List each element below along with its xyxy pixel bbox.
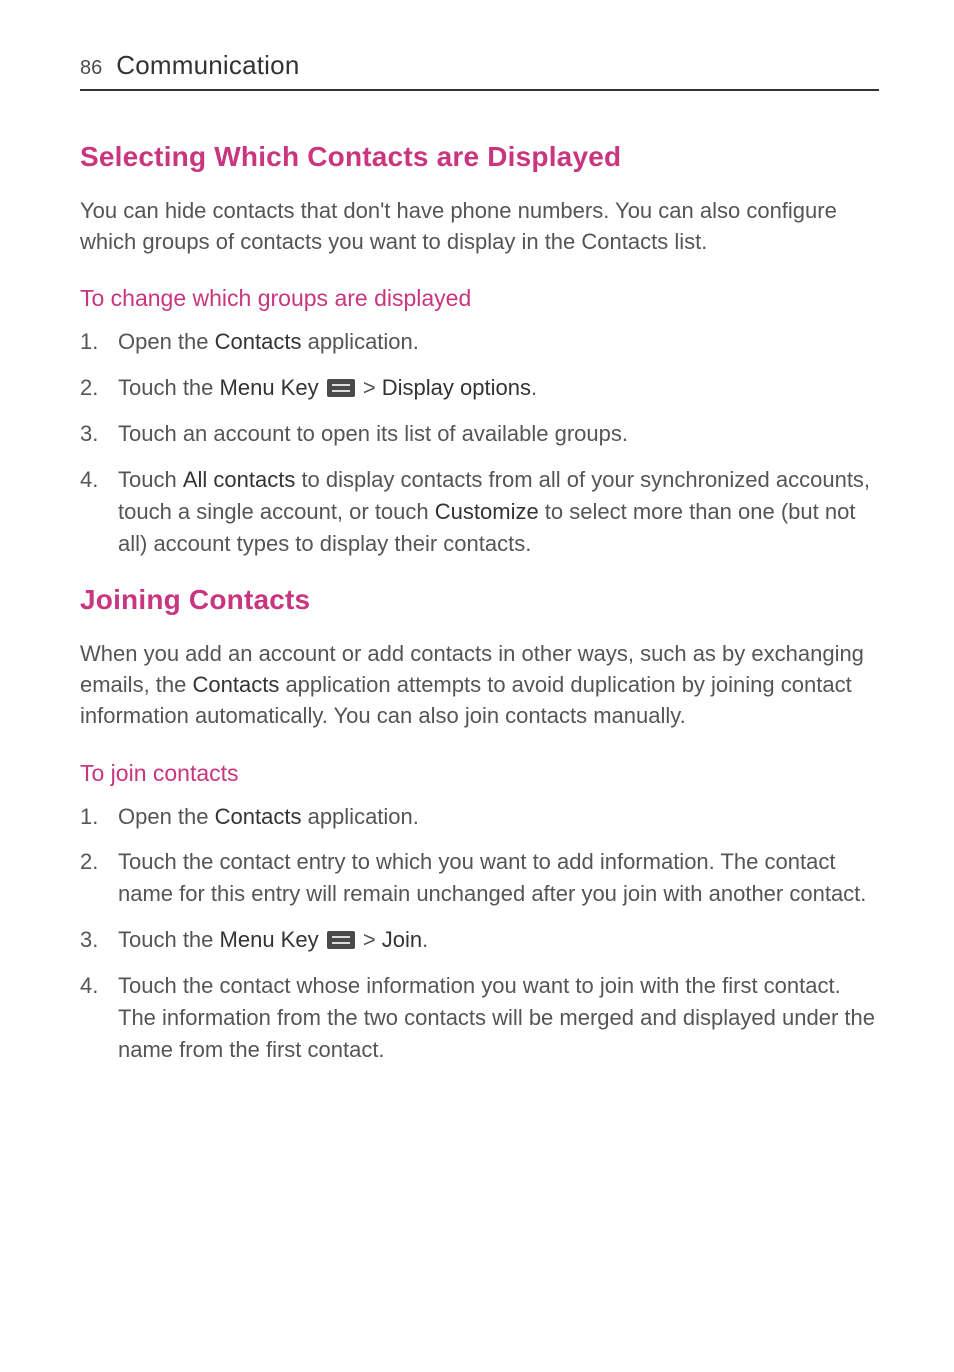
step-text: Touch [118, 467, 183, 492]
step-text: Touch the [118, 927, 220, 952]
step-text: application. [301, 804, 418, 829]
step-text: Touch the [118, 375, 220, 400]
subheading-change-groups: To change which groups are displayed [80, 285, 879, 312]
step-keyword-contacts: Contacts [215, 329, 302, 354]
step-text: Touch an account to open its list of ava… [118, 421, 628, 446]
step-text: . [422, 927, 428, 952]
list-item: Touch All contacts to display contacts f… [80, 464, 879, 560]
step-keyword-all-contacts: All contacts [183, 467, 296, 492]
heading-joining: Joining Contacts [80, 584, 879, 616]
steps-join-contacts: Open the Contacts application. Touch the… [80, 801, 879, 1066]
step-text: Open the [118, 804, 215, 829]
step-keyword-contacts: Contacts [215, 804, 302, 829]
intro-selecting: You can hide contacts that don't have ph… [80, 195, 879, 257]
list-item: Touch the contact whose information you … [80, 970, 879, 1066]
list-item: Open the Contacts application. [80, 326, 879, 358]
step-keyword-join: Join [382, 927, 422, 952]
step-text: application. [301, 329, 418, 354]
page-header: 86 Communication [80, 50, 879, 81]
menu-key-icon [327, 931, 355, 949]
menu-key-icon [327, 379, 355, 397]
list-item: Touch an account to open its list of ava… [80, 418, 879, 450]
list-item: Open the Contacts application. [80, 801, 879, 833]
page: 86 Communication Selecting Which Contact… [0, 0, 954, 1372]
step-keyword-customize: Customize [435, 499, 539, 524]
step-text: Open the [118, 329, 215, 354]
list-item: Touch the contact entry to which you wan… [80, 846, 879, 910]
subheading-join-contacts: To join contacts [80, 760, 879, 787]
step-text: > [357, 927, 382, 952]
step-keyword-menu-key: Menu Key [220, 927, 319, 952]
step-text: . [531, 375, 537, 400]
list-item: Touch the Menu Key > Join. [80, 924, 879, 956]
list-item: Touch the Menu Key > Display options. [80, 372, 879, 404]
heading-selecting: Selecting Which Contacts are Displayed [80, 141, 879, 173]
step-text: > [357, 375, 382, 400]
step-keyword-display-options: Display options [382, 375, 531, 400]
step-text: Touch the contact entry to which you wan… [118, 849, 866, 906]
chapter-title: Communication [116, 50, 299, 81]
steps-change-groups: Open the Contacts application. Touch the… [80, 326, 879, 559]
page-number: 86 [80, 57, 102, 80]
step-text: Touch the contact whose information you … [118, 973, 875, 1062]
intro-keyword-contacts: Contacts [193, 672, 280, 697]
intro-joining: When you add an account or add contacts … [80, 638, 879, 732]
header-divider [80, 89, 879, 91]
step-keyword-menu-key: Menu Key [220, 375, 319, 400]
